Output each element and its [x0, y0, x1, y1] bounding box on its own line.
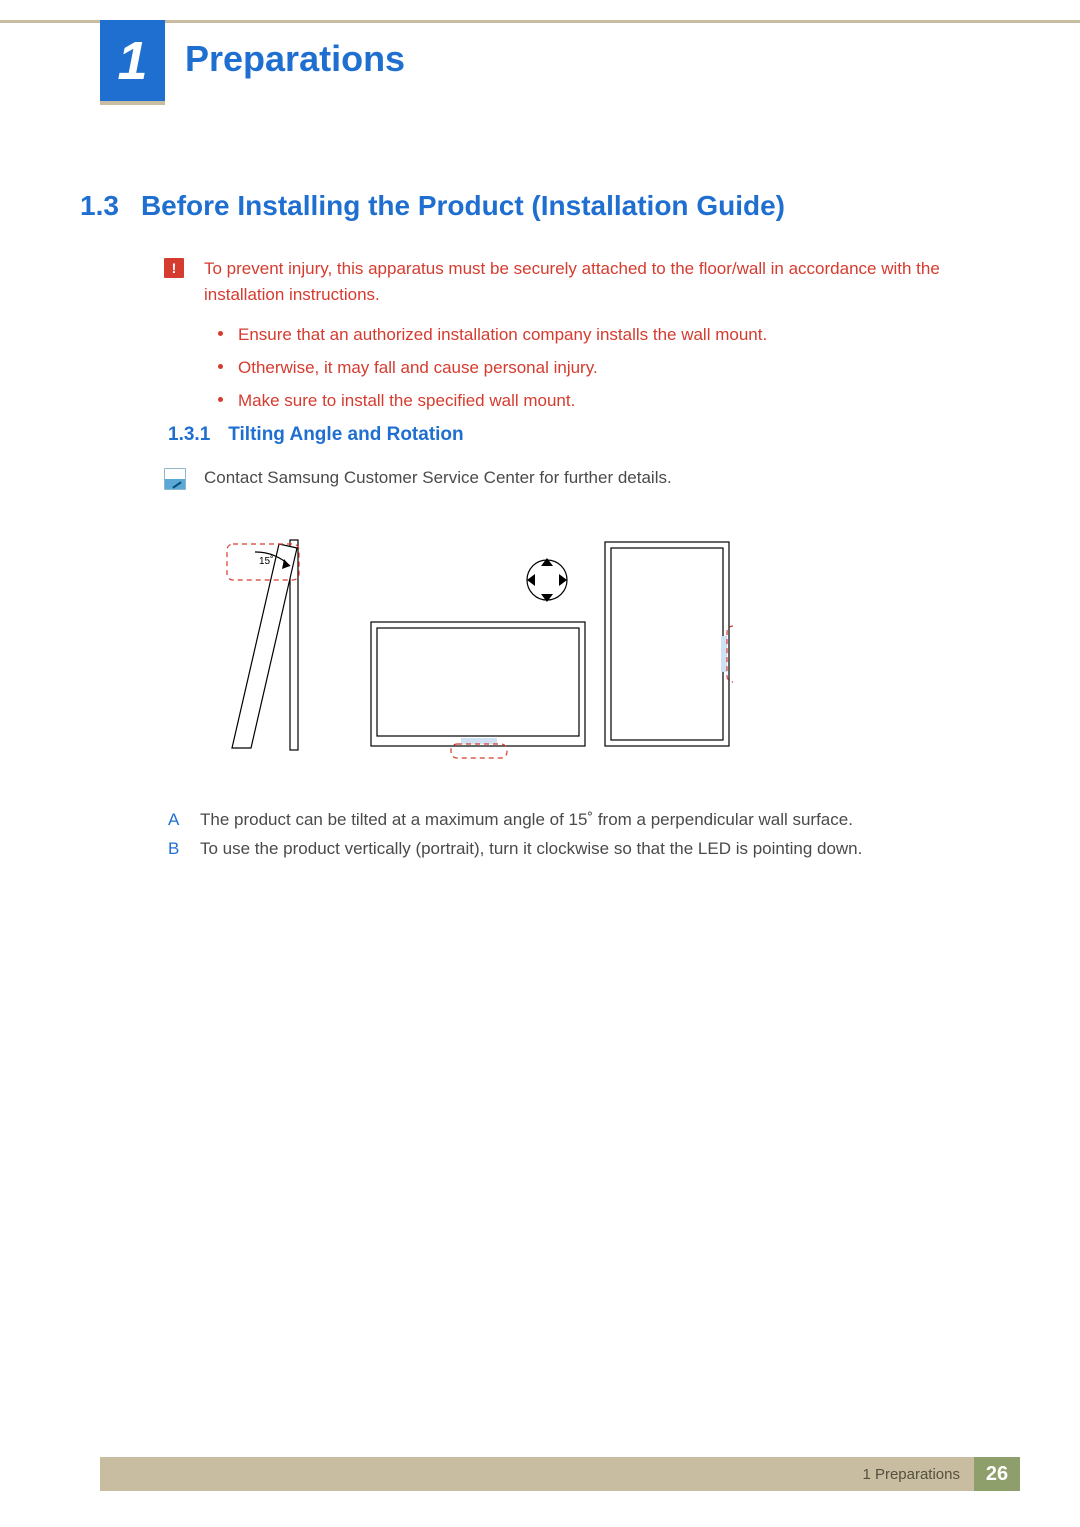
list-item: B To use the product vertically (portrai… — [168, 835, 998, 864]
warning-bullet: Make sure to install the specified wall … — [204, 387, 998, 414]
footer-chapter-label: 1 Preparations — [100, 1457, 974, 1491]
warning-bullet: Otherwise, it may fall and cause persona… — [204, 354, 998, 381]
section-heading: 1.3 Before Installing the Product (Insta… — [80, 190, 785, 222]
page-footer: 1 Preparations 26 — [100, 1457, 1020, 1491]
warning-bullet: Ensure that an authorized installation c… — [204, 321, 998, 348]
section-title: Before Installing the Product (Installat… — [141, 190, 785, 222]
manual-page: 1 Preparations 1.3 Before Installing the… — [0, 0, 1080, 1527]
note-text: Contact Samsung Customer Service Center … — [204, 468, 998, 488]
list-item-text: To use the product vertically (portrait)… — [200, 835, 862, 864]
subsection-number: 1.3.1 — [168, 424, 210, 446]
note-block: Contact Samsung Customer Service Center … — [168, 468, 998, 488]
section-number: 1.3 — [80, 190, 119, 222]
figure-description-list: A The product can be tilted at a maximum… — [168, 806, 998, 864]
tilt-angle-label: 15˚ — [259, 555, 273, 567]
list-item-key: B — [168, 835, 186, 864]
footer-page-number: 26 — [974, 1457, 1020, 1491]
list-item-text: The product can be tilted at a maximum a… — [200, 806, 853, 835]
list-item-key: A — [168, 806, 186, 835]
subsection-title: Tilting Angle and Rotation — [228, 424, 463, 446]
chapter-title: Preparations — [185, 38, 405, 80]
list-item: A The product can be tilted at a maximum… — [168, 806, 998, 835]
warning-lead-text: To prevent injury, this apparatus must b… — [204, 256, 998, 307]
chapter-number-badge: 1 — [100, 20, 165, 105]
warning-block: ! To prevent injury, this apparatus must… — [168, 256, 998, 421]
warning-bullet-list: Ensure that an authorized installation c… — [204, 321, 998, 415]
warning-icon: ! — [164, 258, 184, 278]
note-icon — [164, 468, 186, 490]
figure-svg: 15˚ — [205, 530, 733, 765]
subsection-heading: 1.3.1 Tilting Angle and Rotation — [168, 424, 464, 446]
tilt-rotation-figure: 15˚ — [205, 530, 733, 765]
